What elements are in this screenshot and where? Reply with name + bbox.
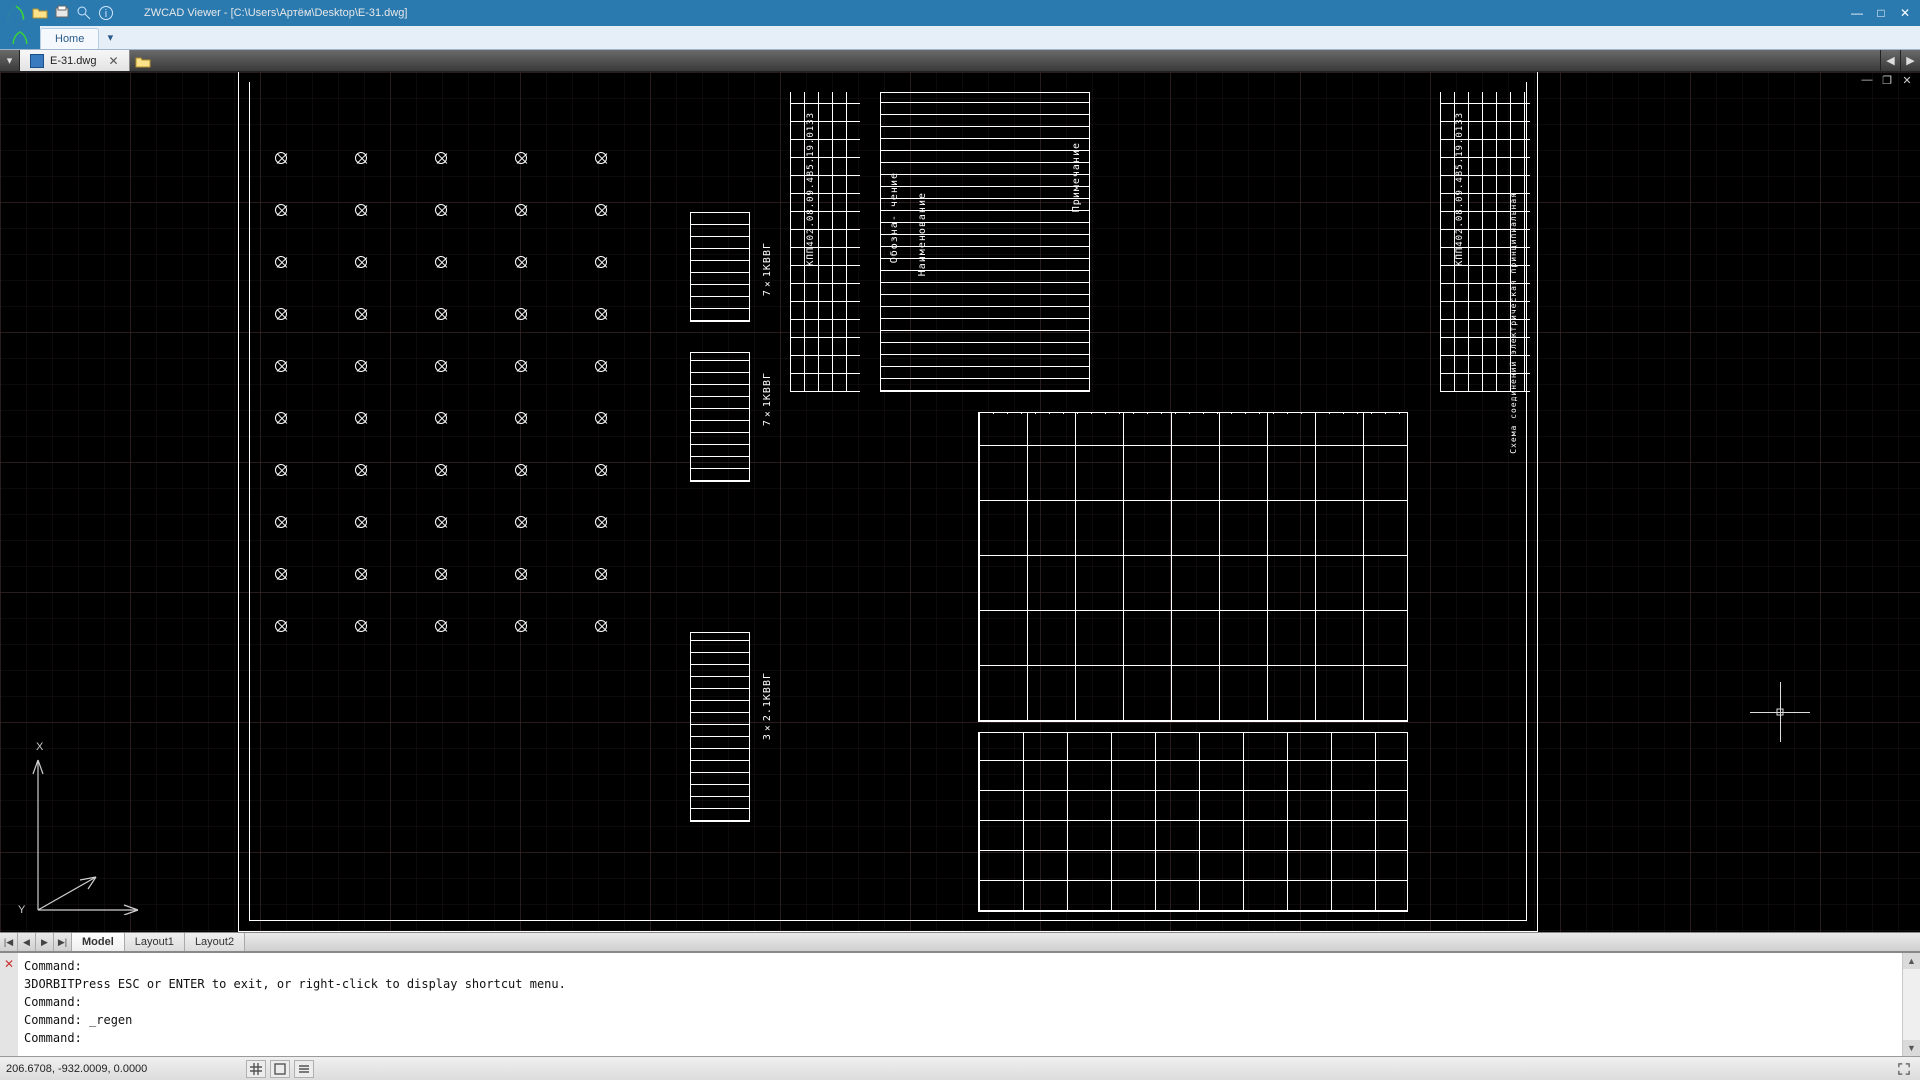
find-icon[interactable] (76, 5, 92, 21)
minimize-button[interactable]: — (1846, 5, 1868, 21)
layout-tab-label: Layout1 (135, 936, 174, 948)
drawing-number: КПП402.08.09.485.19.0133 (807, 112, 816, 266)
layout-nav-next-icon[interactable]: ▶ (36, 933, 54, 951)
maximize-button[interactable]: □ (1870, 5, 1892, 21)
layout-tab-layout1[interactable]: Layout1 (125, 933, 185, 951)
mdi-minimize-icon[interactable]: — (1860, 74, 1874, 86)
ucs-x-label: X (36, 741, 43, 753)
terminal-strip (690, 632, 750, 822)
command-scrollbar[interactable]: ▲ ▼ (1902, 953, 1920, 1056)
document-tab[interactable]: E-31.dwg ✕ (20, 50, 130, 71)
ucs-icon: X Y (18, 745, 178, 918)
tab-list-dropdown-icon[interactable]: ▾ (0, 50, 20, 71)
scroll-down-icon[interactable]: ▼ (1903, 1040, 1920, 1056)
cable-label: 7×1КВВГ (763, 372, 773, 426)
layout-nav-first-icon[interactable]: |◀ (0, 933, 18, 951)
window-controls: — □ ✕ (1846, 5, 1920, 21)
ucs-y-label: Y (18, 904, 25, 916)
cable-label: 7×1КВВГ (763, 242, 773, 296)
tab-scroll-right-icon[interactable]: ▶ (1900, 50, 1920, 71)
relay-ladder (978, 412, 1408, 722)
command-history[interactable]: Command: 3DORBITPress ESC or ENTER to ex… (18, 953, 1902, 1056)
crosshair-cursor (1750, 682, 1810, 742)
parts-list-header: Наименование (918, 192, 928, 276)
window-title: ZWCAD Viewer - [C:\Users\Артём\Desktop\E… (144, 7, 407, 19)
open-folder-icon[interactable] (32, 5, 48, 21)
drawing-viewport[interactable]: — ❐ ✕ 7×1КВВГ 7×1КВВГ 3×2.1КВВГ Наименов… (0, 72, 1920, 932)
fullscreen-toggle-icon[interactable] (1894, 1060, 1914, 1078)
close-button[interactable]: ✕ (1894, 5, 1916, 21)
project-header: Схема соединений электрическая принципиа… (1510, 192, 1518, 454)
command-handle-icon[interactable]: ✕ (0, 953, 18, 1056)
schematic-symbol-grid (275, 152, 635, 632)
command-window: ✕ Command: 3DORBITPress ESC or ENTER to … (0, 952, 1920, 1056)
status-toggle-group (246, 1060, 314, 1078)
layout-nav-last-icon[interactable]: ▶| (54, 933, 72, 951)
ribbon-tab-label: Home (55, 33, 84, 45)
dwg-file-icon (30, 54, 44, 68)
revision-table (790, 92, 860, 392)
svg-text:i: i (105, 8, 107, 20)
mdi-close-icon[interactable]: ✕ (1900, 74, 1914, 86)
layout-nav-prev-icon[interactable]: ◀ (18, 933, 36, 951)
terminal-strip (690, 352, 750, 482)
help-icon[interactable]: i (98, 5, 114, 21)
close-tab-icon[interactable]: ✕ (108, 54, 118, 68)
drawing-number: КПП402.08.09.485.19.0133 (1456, 112, 1465, 266)
document-tab-bar: ▾ E-31.dwg ✕ ◀ ▶ (0, 50, 1920, 72)
coordinate-readout[interactable]: 206.6708, -932.0009, 0.0000 (6, 1063, 226, 1075)
layout-tab-label: Layout2 (195, 936, 234, 948)
power-circuit (978, 732, 1408, 912)
document-tab-label: E-31.dwg (50, 55, 96, 67)
scroll-up-icon[interactable]: ▲ (1903, 953, 1920, 969)
status-bar: 206.6708, -932.0009, 0.0000 (0, 1056, 1920, 1080)
ribbon-tab-home[interactable]: Home (40, 28, 99, 49)
grid-toggle-icon[interactable] (246, 1060, 266, 1078)
terminal-strip (690, 212, 750, 322)
mdi-restore-icon[interactable]: ❐ (1880, 74, 1894, 86)
layout-tab-layout2[interactable]: Layout2 (185, 933, 245, 951)
snap-toggle-icon[interactable] (270, 1060, 290, 1078)
new-tab-button[interactable] (130, 50, 156, 71)
layout-tab-bar: |◀ ◀ ▶ ▶| Model Layout1 Layout2 (0, 932, 1920, 952)
title-bar: i ZWCAD Viewer - [C:\Users\Артём\Desktop… (0, 0, 1920, 26)
tab-scroll-left-icon[interactable]: ◀ (1880, 50, 1900, 71)
app-logo-icon[interactable] (6, 3, 26, 23)
notes-header: Примечание (1072, 142, 1082, 212)
parts-list (880, 92, 1090, 392)
mdi-window-controls: — ❐ ✕ (1860, 74, 1914, 86)
app-menu-button[interactable] (0, 26, 40, 49)
plot-icon[interactable] (54, 5, 70, 21)
ribbon-expand-icon[interactable]: ▾ (99, 26, 121, 49)
quick-access-toolbar: i (0, 3, 120, 23)
layout-tab-label: Model (82, 936, 114, 948)
ribbon-bar: Home ▾ (0, 26, 1920, 50)
pos-header: Обозна- чение (890, 172, 900, 263)
layout-tab-model[interactable]: Model (72, 933, 125, 951)
menu-toggle-icon[interactable] (294, 1060, 314, 1078)
cable-label: 3×2.1КВВГ (763, 672, 773, 740)
